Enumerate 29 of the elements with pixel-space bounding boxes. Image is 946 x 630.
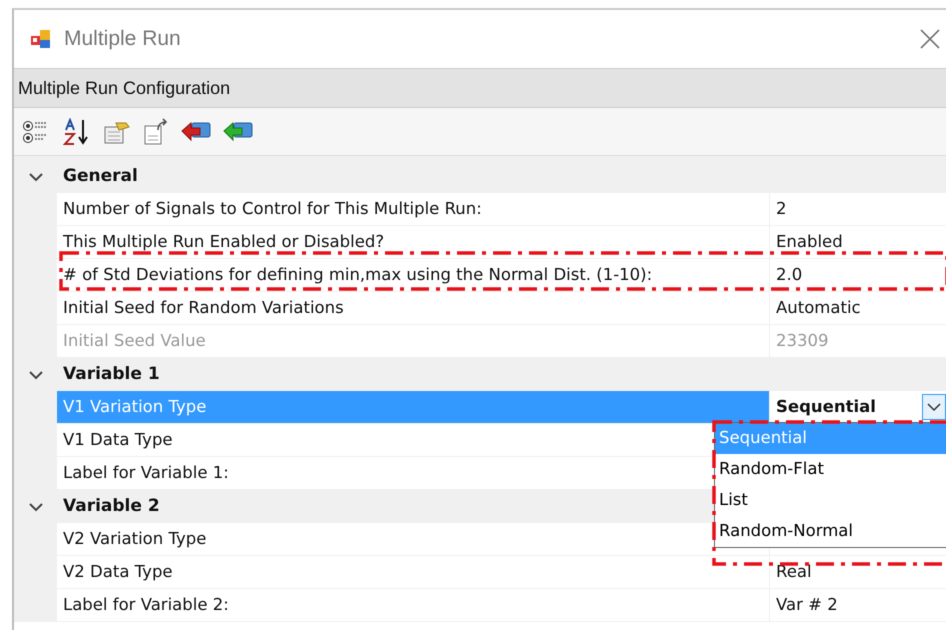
property-value[interactable]: Enabled bbox=[776, 230, 843, 254]
property-value[interactable]: 2.0 bbox=[776, 262, 802, 288]
category-title: Variable 2 bbox=[62, 494, 160, 518]
caret-icon bbox=[927, 402, 941, 412]
property-name[interactable]: This Multiple Run Enabled or Disabled? bbox=[63, 230, 384, 254]
collapse-chevron-icon[interactable] bbox=[28, 370, 42, 380]
property-value[interactable]: Automatic bbox=[776, 296, 861, 320]
property-name[interactable]: V2 Data Type bbox=[63, 560, 173, 584]
property-value[interactable]: 2 bbox=[776, 196, 786, 222]
collapse-chevron-icon[interactable] bbox=[28, 502, 42, 512]
property-name[interactable]: Number of Signals to Control for This Multiple Run: bbox=[63, 196, 482, 222]
property-name[interactable]: V2 Variation Type bbox=[63, 526, 206, 552]
close-button[interactable] bbox=[920, 29, 940, 49]
category-title: Variable 1 bbox=[62, 362, 160, 386]
property-name[interactable]: # of Std Deviations for defining min,max using the Normal Dist. (1-10): bbox=[63, 262, 652, 288]
category-title: General bbox=[62, 164, 138, 188]
app-icon bbox=[30, 28, 52, 50]
property-name[interactable]: Label for Variable 2: bbox=[63, 592, 229, 618]
property-value[interactable]: Var # 2 bbox=[776, 592, 838, 618]
property-value[interactable]: Sequential bbox=[776, 394, 876, 420]
object-selector[interactable]: Multiple Run Configuration bbox=[14, 68, 946, 108]
property-value[interactable]: Real bbox=[776, 560, 812, 584]
dropdown-button[interactable] bbox=[922, 394, 946, 420]
property-name[interactable]: V1 Data Type bbox=[63, 428, 173, 452]
window-title: Multiple Run bbox=[64, 26, 181, 52]
export-icon[interactable] bbox=[142, 118, 170, 146]
property-name[interactable]: Label for Variable 1: bbox=[63, 460, 229, 486]
property-name[interactable]: Initial Seed for Random Variations bbox=[63, 296, 344, 320]
collapse-chevron-icon[interactable] bbox=[28, 172, 42, 182]
